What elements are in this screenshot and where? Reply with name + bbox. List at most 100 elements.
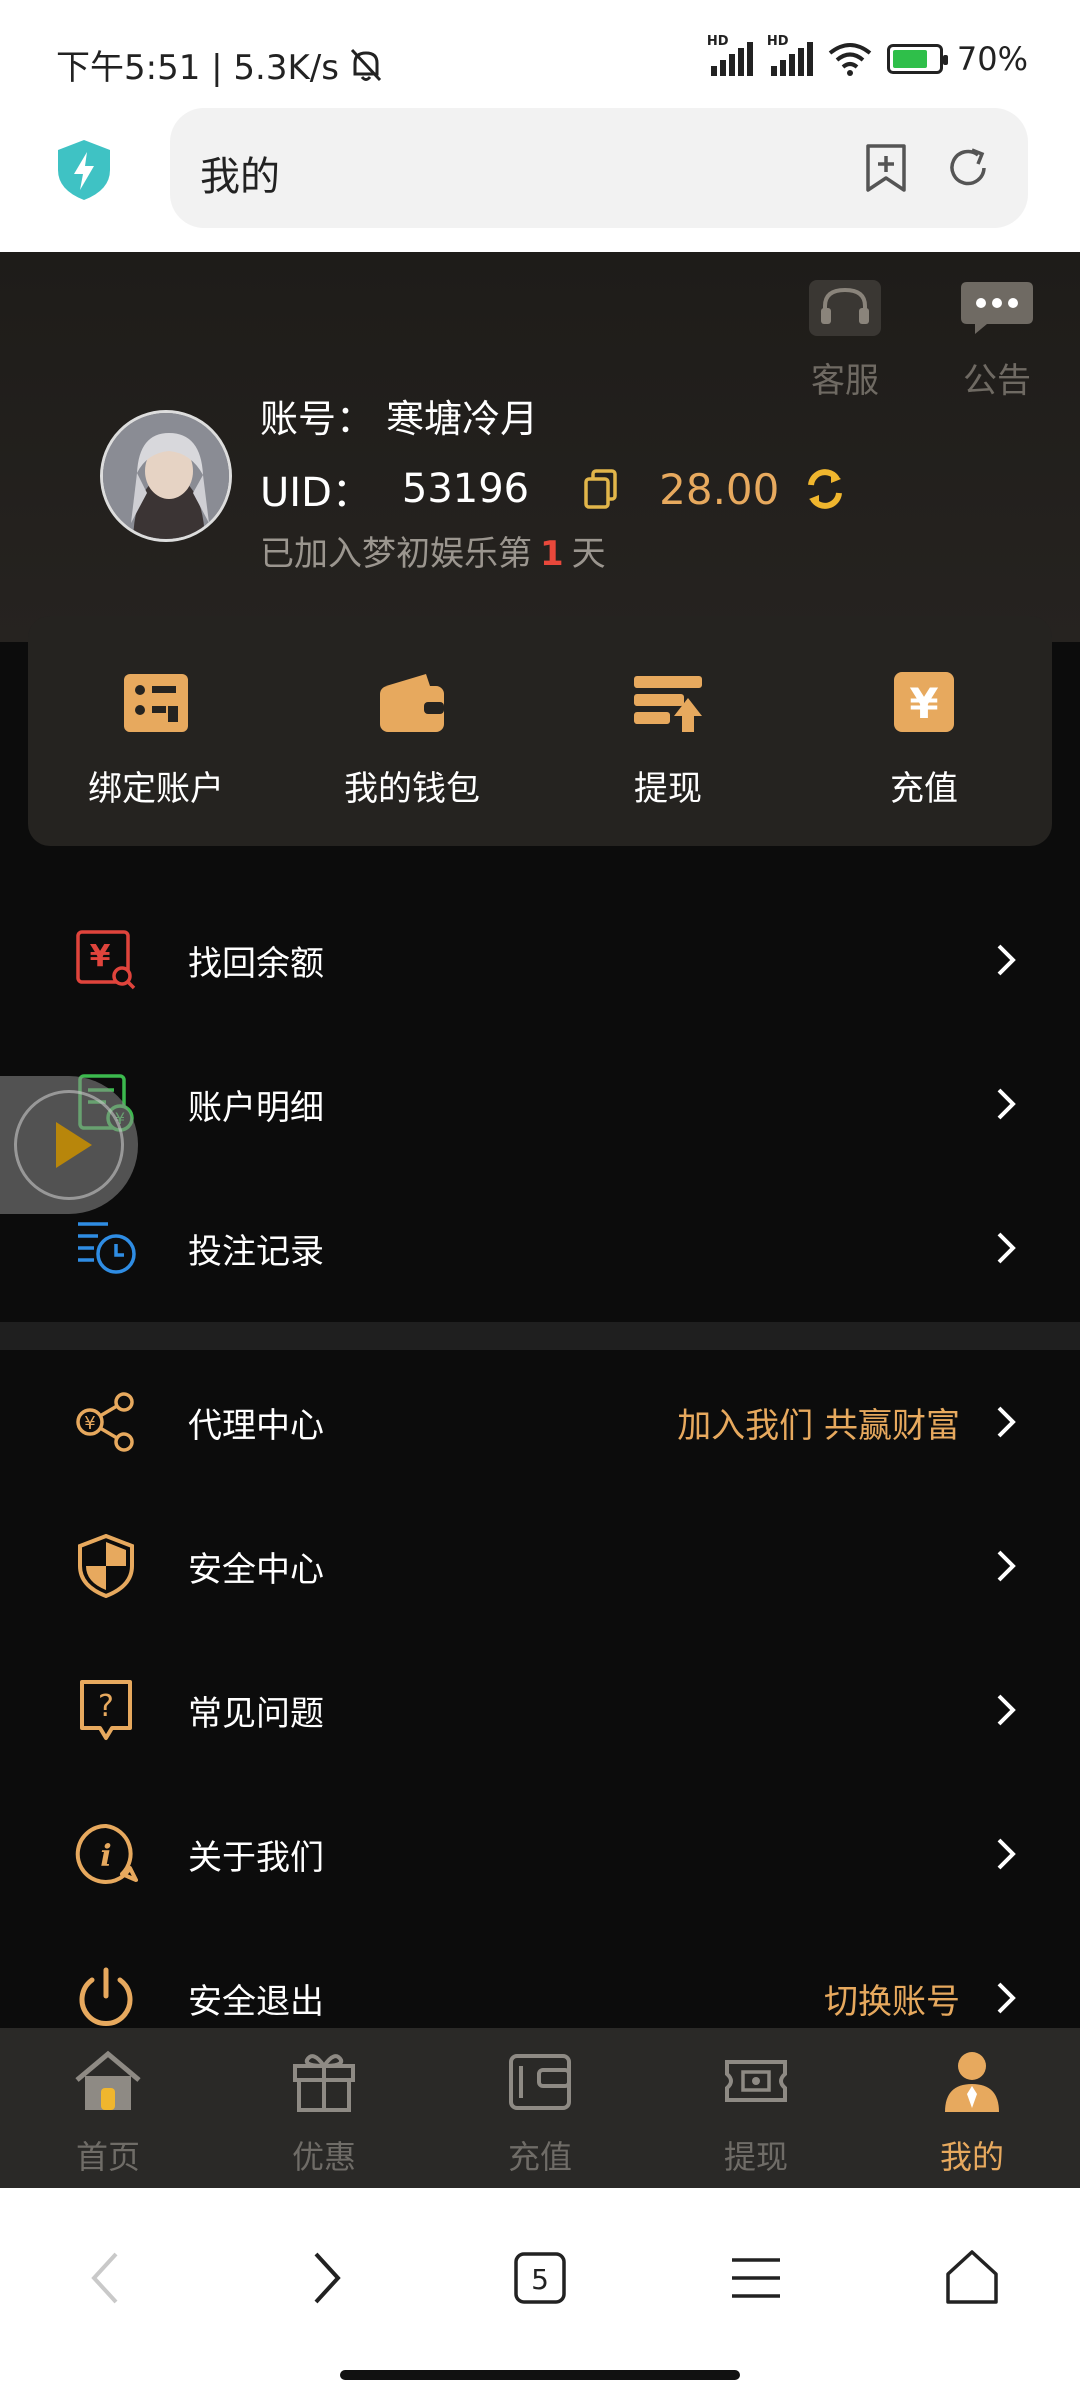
joined-prefix: 已加入梦初娱乐第: [260, 534, 532, 574]
withdraw-button[interactable]: 提现: [540, 616, 796, 846]
chat-bubble-icon: [961, 282, 1033, 334]
menu-group-general: ¥ 代理中心 加入我们 共赢财富 安全中心 ? 常见问题 i 关于我们 安全退出…: [0, 1350, 1080, 2070]
profile-header: 客服 公告 账号： 寒塘冷月 UID： 53196 28.00 已加入梦初娱乐第…: [0, 252, 1080, 642]
menu-bet-records[interactable]: 投注记录: [0, 1176, 1080, 1320]
hamburger-menu-icon: [732, 2258, 780, 2298]
bind-account-button[interactable]: 绑定账户: [28, 616, 284, 846]
hd-label: HD: [706, 34, 729, 49]
menu-agent-center-slogan: 加入我们 共赢财富: [677, 1405, 960, 1446]
browser-back-button[interactable]: [0, 2188, 216, 2400]
uid-label: UID：: [260, 470, 372, 516]
bind-account-label: 绑定账户: [88, 769, 224, 809]
browser-menu-button[interactable]: [648, 2188, 864, 2400]
tab-home[interactable]: 首页: [0, 2028, 216, 2188]
chevron-left-icon: [91, 2252, 118, 2304]
chevron-right-icon: [997, 1232, 1016, 1264]
svg-text:¥: ¥: [90, 939, 111, 974]
gift-icon: [293, 2054, 355, 2112]
menu-about-us[interactable]: i 关于我们: [0, 1782, 1080, 1926]
menu-agent-center-label: 代理中心: [188, 1405, 324, 1446]
account-name: 寒塘冷月: [386, 397, 539, 441]
tab-promotions[interactable]: 优惠: [216, 2028, 432, 2188]
menu-recover-balance[interactable]: ¥ 找回余额: [0, 888, 1080, 1032]
shield-icon: [78, 1534, 134, 1598]
chevron-right-icon: [997, 944, 1016, 976]
withdraw-icon: [634, 676, 702, 732]
recharge-button[interactable]: ¥ 充值: [796, 616, 1052, 846]
menu-account-details[interactable]: ¥ 账户明细: [0, 1032, 1080, 1176]
security-shield-icon[interactable]: [54, 138, 114, 202]
tab-mine[interactable]: 我的: [864, 2028, 1080, 2188]
question-icon: ?: [80, 1680, 132, 1740]
menu-about-us-label: 关于我们: [188, 1837, 324, 1878]
browser-forward-button[interactable]: [216, 2188, 432, 2400]
chevron-right-icon: [997, 1982, 1016, 2014]
menu-logout-label: 安全退出: [188, 1981, 324, 2022]
customer-service-label: 客服: [811, 361, 879, 401]
add-bookmark-icon[interactable]: [860, 142, 912, 194]
tab-withdraw[interactable]: 提现: [648, 2028, 864, 2188]
menu-security-center[interactable]: 安全中心: [0, 1494, 1080, 1638]
svg-text:¥: ¥: [84, 1413, 95, 1434]
chevron-right-icon: [997, 1088, 1016, 1120]
withdraw-label: 提现: [634, 769, 702, 809]
home-outline-icon: [946, 2250, 998, 2304]
tabs-icon: 5: [514, 2252, 566, 2304]
status-time-speed: 下午5:51 | 5.3K/s: [56, 48, 339, 88]
tab-recharge[interactable]: 充值: [432, 2028, 648, 2188]
home-icon: [75, 2050, 141, 2110]
refresh-balance-icon[interactable]: [803, 467, 847, 511]
signal-icon: HD: [767, 34, 813, 76]
notice-label: 公告: [963, 361, 1031, 401]
avatar[interactable]: [100, 410, 232, 542]
browser-address-bar: 我的: [0, 100, 1080, 252]
browser-home-button[interactable]: [864, 2188, 1080, 2400]
hd-label: HD: [766, 34, 789, 49]
svg-text:i: i: [100, 1839, 111, 1874]
home-indicator[interactable]: [340, 2370, 740, 2380]
power-icon: [79, 1967, 133, 2026]
menu-faq-label: 常见问题: [188, 1693, 324, 1734]
wallet-icon: [509, 2054, 571, 2110]
notice-button[interactable]: 公告: [952, 278, 1042, 402]
tab-recharge-label: 充值: [507, 2138, 572, 2176]
menu-security-center-label: 安全中心: [188, 1549, 324, 1590]
menu-bet-records-label: 投注记录: [188, 1231, 324, 1272]
joined-days: 1: [540, 534, 564, 574]
url-text: 我的: [200, 154, 280, 200]
yuan-icon: ¥: [894, 672, 954, 732]
refresh-icon[interactable]: [942, 142, 994, 194]
joined-days-text: 已加入梦初娱乐第 1 天: [260, 526, 606, 575]
chevron-right-icon: [997, 1550, 1016, 1582]
menu-agent-center[interactable]: ¥ 代理中心 加入我们 共赢财富: [0, 1350, 1080, 1494]
menu-faq[interactable]: ? 常见问题: [0, 1638, 1080, 1782]
copy-icon[interactable]: [583, 469, 619, 509]
floating-play-button[interactable]: [0, 1076, 138, 1214]
menu-group-balance: ¥ 找回余额 ¥ 账户明细 投注记录: [0, 888, 1080, 1320]
browser-tabs-button[interactable]: 5: [432, 2188, 648, 2400]
wallet-button[interactable]: 我的钱包: [284, 616, 540, 846]
account-label: 账号：: [260, 397, 375, 441]
user-icon: [945, 2052, 999, 2112]
share-icon: ¥: [76, 1392, 134, 1452]
chevron-right-icon: [997, 1406, 1016, 1438]
tab-promotions-label: 优惠: [291, 2138, 356, 2176]
chevron-right-icon: [314, 2252, 341, 2304]
record-clock-icon: [78, 1222, 136, 1274]
tab-withdraw-label: 提现: [723, 2138, 788, 2176]
battery-icon: [886, 44, 948, 74]
menu-recover-balance-label: 找回余额: [188, 943, 324, 984]
quick-actions-card: 绑定账户 我的钱包 提现 ¥ 充值: [28, 616, 1052, 846]
battery-percent: 70%: [956, 40, 1028, 78]
play-icon: [56, 1122, 92, 1168]
bottom-tab-bar: 首页 优惠 充值 提现 我的: [0, 2028, 1080, 2188]
url-field[interactable]: 我的: [170, 108, 1028, 228]
status-bar: 下午5:51 | 5.3K/s HD HD 70%: [0, 0, 1080, 100]
info-icon: i: [75, 1823, 138, 1884]
svg-text:¥: ¥: [909, 679, 938, 728]
bell-off-icon: [350, 48, 382, 81]
uid-value: 53196: [401, 466, 530, 512]
switch-account-link[interactable]: 切换账号: [824, 1974, 960, 2023]
card-icon: [124, 674, 188, 732]
customer-service-button[interactable]: 客服: [800, 278, 890, 402]
